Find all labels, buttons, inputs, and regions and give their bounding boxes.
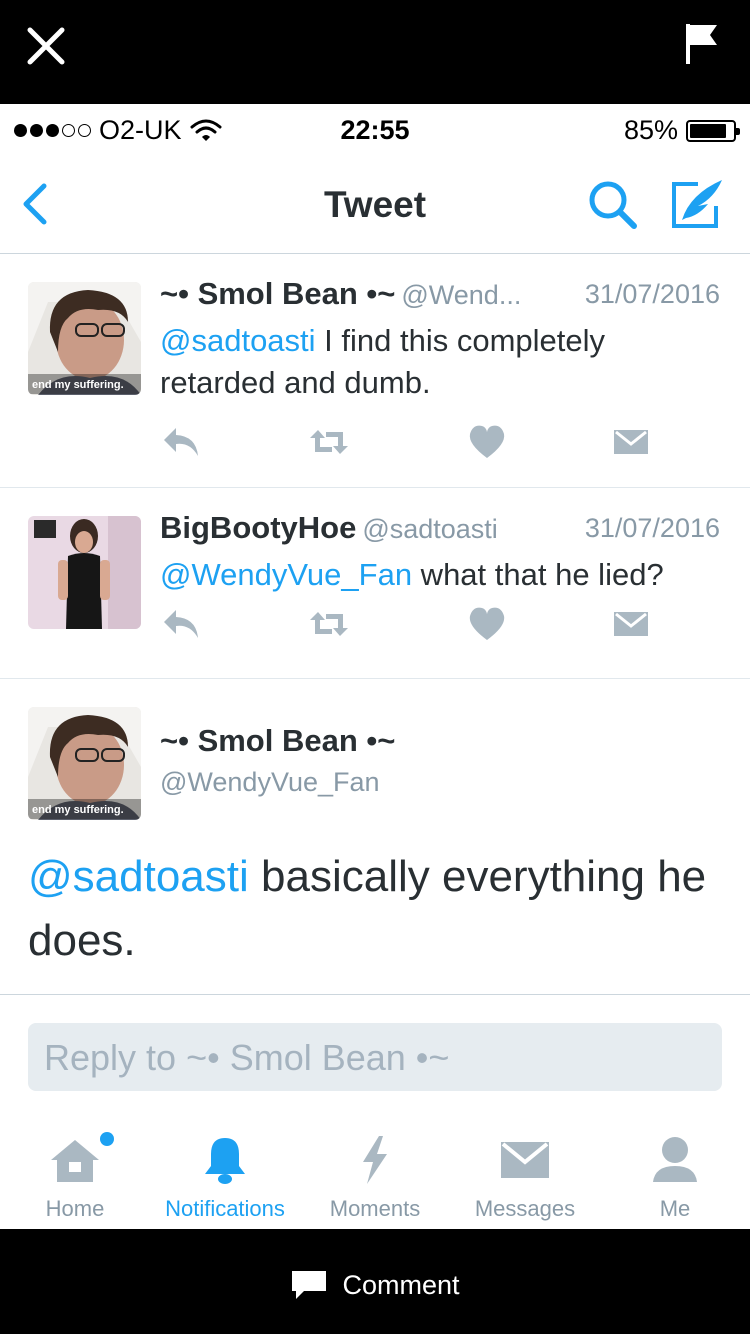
tweet[interactable]: BigBootyHoe @sadtoasti 31/07/2016 @WendyV… [0, 488, 750, 679]
reply-input[interactable]: Reply to ~• Smol Bean •~ [28, 1023, 722, 1091]
lightning-icon [363, 1136, 387, 1184]
battery-icon [686, 119, 740, 142]
tweet-date: 31/07/2016 [584, 513, 720, 543]
tab-label: Notifications [165, 1196, 285, 1221]
avatar[interactable] [28, 516, 141, 629]
envelope-icon[interactable] [610, 604, 652, 644]
tab-bar: Home Notifications Moments Messages Me [0, 1114, 750, 1229]
tweet-text: @WendyVue_Fan what that he lied? [160, 554, 720, 596]
unread-dot [100, 1132, 114, 1146]
tab-label: Moments [329, 1196, 421, 1221]
avatar-caption: end my suffering. [32, 804, 124, 816]
tweet-text: @sadtoasti I find this completely retard… [160, 320, 720, 404]
tweet-body: what that he lied? [412, 557, 664, 592]
viewer-top-bar [0, 0, 750, 104]
bell-icon [205, 1138, 245, 1184]
heart-icon[interactable] [466, 422, 508, 462]
mention-link[interactable]: @sadtoasti [28, 852, 249, 901]
speech-bubble-icon [292, 1271, 327, 1299]
tab-label: Messages [474, 1196, 576, 1221]
battery-fill [690, 123, 726, 138]
tab-label: Home [45, 1196, 105, 1221]
username[interactable]: @sadtoasti [362, 514, 497, 544]
comment-button[interactable]: Comment [0, 1269, 750, 1301]
retweet-icon[interactable] [308, 604, 350, 644]
focused-tweet: end my suffering. ~• Smol Bean •~ @Wendy… [0, 679, 750, 995]
envelope-icon [501, 1142, 549, 1178]
display-name[interactable]: ~• Smol Bean •~ [160, 276, 395, 311]
tab-label: Me [659, 1196, 691, 1221]
flag-icon[interactable] [684, 22, 720, 66]
tweet-actions [160, 422, 650, 462]
display-name[interactable]: ~• Smol Bean •~ [160, 723, 395, 759]
status-right: 85% [623, 115, 740, 146]
username[interactable]: @Wend... [401, 280, 521, 310]
username[interactable]: @WendyVue_Fan [160, 767, 380, 798]
envelope-icon[interactable] [610, 422, 652, 462]
reply-icon[interactable] [160, 604, 202, 644]
tab-home[interactable]: Home [0, 1114, 150, 1229]
nav-bar: Tweet [0, 154, 750, 254]
battery-percent: 85% [623, 115, 678, 145]
compose-tweet-icon[interactable] [668, 176, 726, 232]
tab-messages[interactable]: Messages [450, 1114, 600, 1229]
mention-link[interactable]: @WendyVue_Fan [160, 557, 412, 592]
display-name[interactable]: BigBootyHoe [160, 510, 356, 545]
tweet-date: 31/07/2016 [584, 279, 720, 309]
avatar-caption: end my suffering. [32, 379, 124, 391]
tweet[interactable]: end my suffering. ~• Smol Bean •~ @Wend..… [0, 254, 750, 488]
person-icon [653, 1137, 697, 1182]
retweet-icon[interactable] [308, 422, 350, 462]
home-icon [51, 1140, 99, 1182]
avatar[interactable]: end my suffering. [28, 707, 141, 820]
tweet-header: BigBootyHoe @sadtoasti 31/07/2016 [160, 510, 720, 550]
tab-me[interactable]: Me [600, 1114, 750, 1229]
tab-notifications[interactable]: Notifications [150, 1114, 300, 1229]
status-bar: O2-UK 22:55 85% [0, 104, 750, 154]
reply-icon[interactable] [160, 422, 202, 462]
tab-moments[interactable]: Moments [300, 1114, 450, 1229]
comment-label: Comment [342, 1269, 460, 1300]
comment-bar[interactable]: Comment [0, 1229, 750, 1334]
twitter-app: O2-UK 22:55 85% Tweet end my suffering. … [0, 104, 750, 1229]
tweet-actions [160, 604, 650, 644]
close-icon[interactable] [22, 22, 70, 70]
tweet-header: ~• Smol Bean •~ @Wend... 31/07/2016 [160, 276, 720, 316]
mention-link[interactable]: @sadtoasti [160, 323, 316, 358]
tweet-text: @sadtoasti basically everything he does. [28, 845, 720, 973]
avatar[interactable]: end my suffering. [28, 282, 141, 395]
heart-icon[interactable] [466, 604, 508, 644]
search-icon[interactable] [586, 178, 640, 232]
